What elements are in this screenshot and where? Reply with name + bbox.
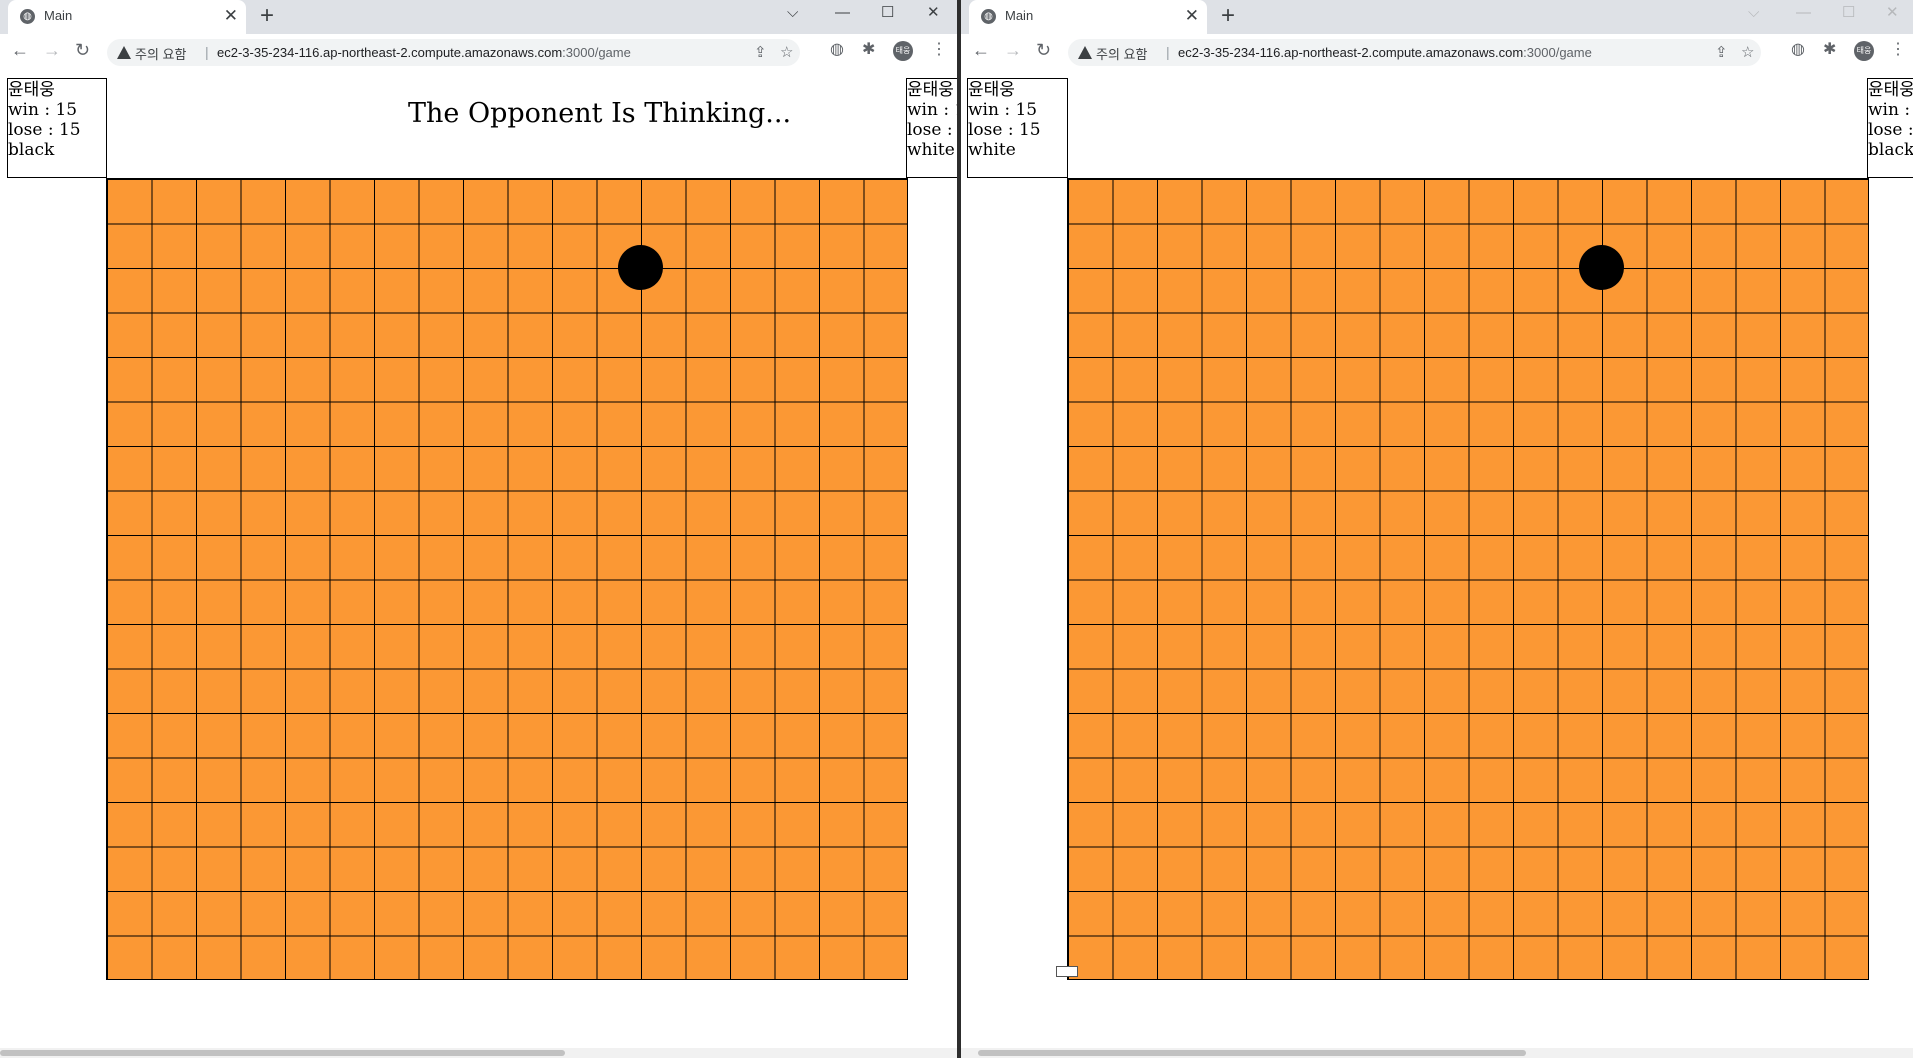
url-text[interactable]: ec2-3-35-234-116.ap-northeast-2.compute.… [217, 45, 631, 60]
horizontal-scrollbar[interactable] [961, 1048, 1913, 1058]
globe-icon: ◍ [981, 9, 996, 24]
page-content: 윤태웅 win : 15 lose : 15 white 윤태웅 win : 1… [961, 78, 1913, 1048]
player-win: win : 15 [1868, 100, 1913, 120]
minimize-button[interactable]: — [1796, 4, 1811, 22]
globe-icon: ◍ [20, 9, 35, 24]
close-tab-icon[interactable]: ✕ [1185, 6, 1199, 26]
player-lose: lose : 15 [907, 120, 957, 140]
stone-black [1578, 245, 1624, 291]
page-content: 윤태웅 win : 15 lose : 15 black The Opponen… [0, 78, 957, 1048]
small-element [1056, 966, 1078, 977]
player-lose: lose : 15 [8, 120, 81, 140]
tab-search-icon[interactable]: ⌵ [787, 4, 798, 22]
close-tab-icon[interactable]: ✕ [224, 6, 238, 26]
warning-icon [1078, 46, 1092, 59]
go-board[interactable] [1067, 178, 1869, 980]
security-label: 주의 요함 [1096, 47, 1148, 62]
tab-title: Main [1005, 8, 1034, 23]
back-button[interactable]: ← [11, 40, 29, 60]
star-icon[interactable]: ☆ [780, 43, 793, 61]
player-info-self: 윤태웅 win : 15 lose : 15 white [967, 78, 1068, 178]
browser-window-right: ◍ Main ✕ + ⌵ — ☐ ✕ ← → ↻ 주의 요함 | ec2-3-3… [961, 0, 1913, 1058]
player-name: 윤태웅 [907, 80, 954, 100]
reload-button[interactable]: ↻ [75, 40, 90, 60]
star-icon[interactable]: ☆ [1741, 43, 1754, 61]
forward-button[interactable]: → [43, 40, 61, 60]
player-color: black [8, 140, 55, 160]
player-name: 윤태웅 [968, 80, 1015, 100]
separator: | [205, 44, 209, 60]
forward-button[interactable]: → [1004, 40, 1022, 60]
stone-black [617, 245, 663, 291]
reload-button[interactable]: ↻ [1036, 40, 1051, 60]
maximize-button[interactable]: ☐ [1842, 4, 1855, 22]
player-win: win : 15 [907, 100, 957, 120]
back-button[interactable]: ← [972, 40, 990, 60]
separator: | [1166, 44, 1170, 60]
close-window-button[interactable]: ✕ [1886, 4, 1899, 22]
profile-avatar[interactable]: 태웅 [893, 41, 913, 61]
player-name: 윤태웅 [8, 80, 55, 100]
menu-icon[interactable]: ⋮ [1890, 41, 1906, 59]
extensions-icon[interactable]: ✱ [862, 41, 875, 59]
player-win: win : 15 [8, 100, 78, 120]
menu-icon[interactable]: ⋮ [931, 41, 947, 59]
player-lose: lose : 15 [1868, 120, 1913, 140]
security-label: 주의 요함 [135, 47, 187, 62]
scrollbar-thumb[interactable] [0, 1050, 565, 1056]
horizontal-scrollbar[interactable] [0, 1048, 957, 1058]
share-icon[interactable]: ⇪ [1715, 43, 1728, 61]
warning-icon [117, 46, 131, 59]
tab-strip: ◍ Main ✕ + ⌵ — ☐ ✕ [0, 0, 957, 34]
player-info-self: 윤태웅 win : 15 lose : 15 black [7, 78, 107, 178]
tab-search-icon[interactable]: ⌵ [1748, 4, 1759, 22]
tab-main[interactable]: ◍ Main ✕ [969, 0, 1207, 34]
go-board[interactable] [106, 178, 908, 980]
status-message: The Opponent Is Thinking... [408, 98, 792, 129]
scrollbar-thumb[interactable] [978, 1050, 1526, 1056]
toolbar: ← → ↻ 주의 요함 | ec2-3-35-234-116.ap-northe… [0, 34, 957, 68]
browser-window-left: ◍ Main ✕ + ⌵ — ☐ ✕ ← → ↻ 주의 요함 | ec2-3-3… [0, 0, 957, 1058]
extensions-icon[interactable]: ✱ [1823, 41, 1836, 59]
player-color: black [1868, 140, 1913, 160]
profile-avatar[interactable]: 태웅 [1854, 41, 1874, 61]
player-info-opponent: 윤태웅 win : 15 lose : 15 black [1867, 78, 1913, 178]
address-bar[interactable]: 주의 요함 | ec2-3-35-234-116.ap-northeast-2.… [1068, 39, 1761, 66]
player-color: white [968, 140, 1016, 160]
maximize-button[interactable]: ☐ [881, 4, 894, 22]
minimize-button[interactable]: — [835, 4, 850, 22]
share-icon[interactable]: ⇪ [754, 43, 767, 61]
new-tab-button[interactable]: + [260, 3, 274, 29]
tab-title: Main [44, 8, 73, 23]
player-lose: lose : 15 [968, 120, 1041, 140]
url-text[interactable]: ec2-3-35-234-116.ap-northeast-2.compute.… [1178, 45, 1592, 60]
new-tab-button[interactable]: + [1221, 3, 1235, 29]
tab-main[interactable]: ◍ Main ✕ [8, 0, 246, 34]
translate-icon[interactable]: ◍ [1791, 41, 1805, 59]
tab-strip: ◍ Main ✕ + ⌵ — ☐ ✕ [961, 0, 1913, 34]
player-info-opponent: 윤태웅 win : 15 lose : 15 white [906, 78, 957, 178]
player-color: white [907, 140, 955, 160]
close-window-button[interactable]: ✕ [927, 4, 940, 22]
player-win: win : 15 [968, 100, 1038, 120]
toolbar: ← → ↻ 주의 요함 | ec2-3-35-234-116.ap-northe… [961, 34, 1913, 68]
translate-icon[interactable]: ◍ [830, 41, 844, 59]
player-name: 윤태웅 [1868, 80, 1913, 100]
address-bar[interactable]: 주의 요함 | ec2-3-35-234-116.ap-northeast-2.… [107, 39, 800, 66]
